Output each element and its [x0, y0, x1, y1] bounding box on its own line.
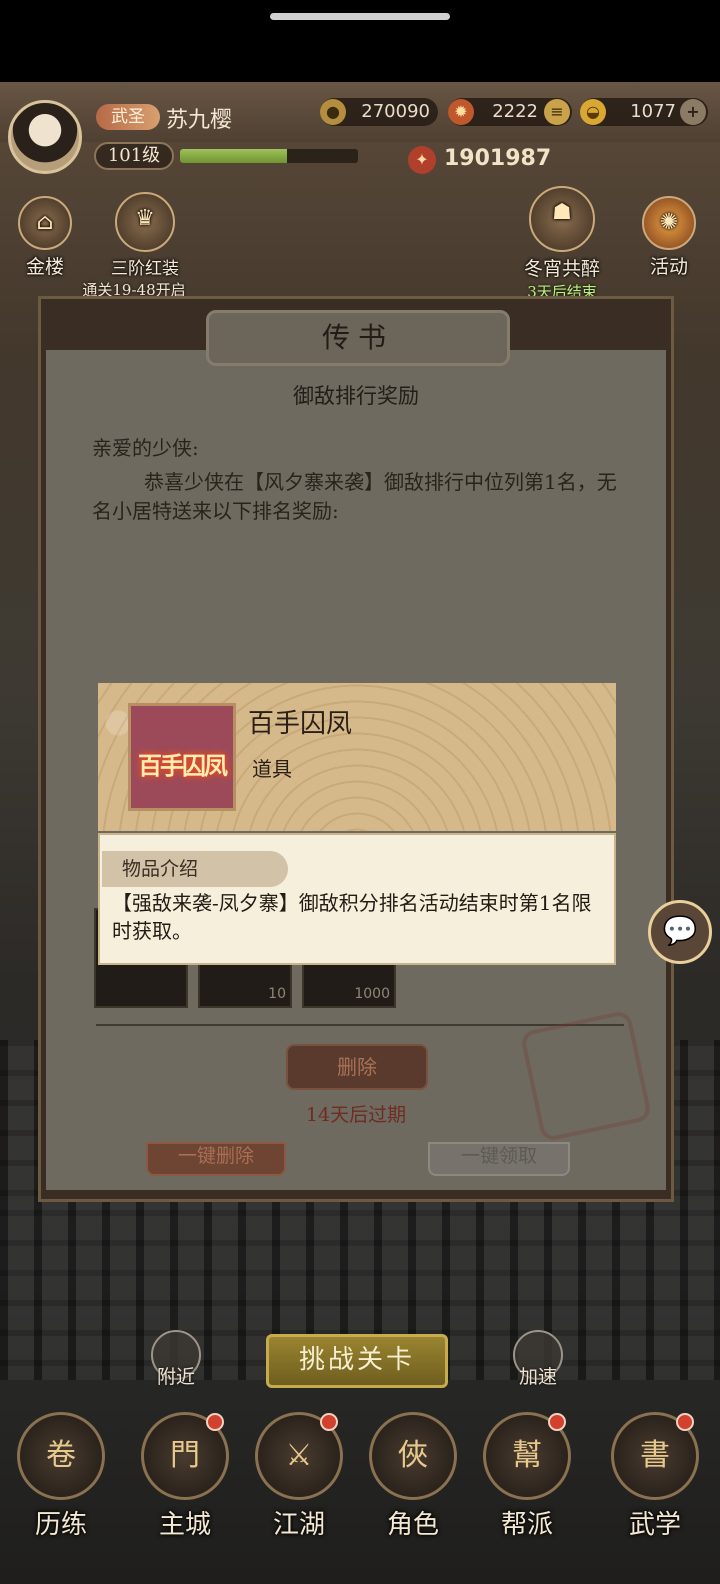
gold-counter: ◒ 1077 + — [580, 98, 708, 126]
item-icon: 百手囚凤 — [128, 703, 236, 811]
speed-label: 加速 — [518, 1366, 557, 1388]
item-detail-popup: 百手囚凤 百手囚凤 道具 物品介绍 【强敌来袭-凤夕寨】御敌积分排名活动结束时第… — [98, 683, 616, 965]
exp-bar — [180, 149, 358, 163]
divider — [96, 1024, 624, 1026]
challenge-stage-button[interactable]: 挑战关卡 — [266, 1334, 448, 1388]
reward-count: 1000 — [354, 986, 390, 1002]
badge-dot — [206, 1413, 224, 1431]
badge-dot — [320, 1413, 338, 1431]
badge-dot — [548, 1413, 566, 1431]
nav-jianghu[interactable]: ⚔ 江湖 — [244, 1412, 354, 1541]
letter-salutation: 亲爱的少侠: — [92, 436, 199, 460]
add-gold-icon[interactable]: + — [680, 99, 706, 125]
chat-bubble-icon: 💬 — [662, 914, 698, 947]
nav-guild[interactable]: 幫 帮派 — [472, 1412, 582, 1541]
avatar[interactable] — [8, 100, 82, 174]
nav-label: 江湖 — [272, 1510, 325, 1540]
item-description-box: 物品介绍 【强敌来袭-凤夕寨】御敌积分排名活动结束时第1名限时获取。 — [98, 833, 616, 965]
level-badge: 101级 — [94, 142, 174, 170]
event-button[interactable]: ☗ 冬宵共醉 3天后结束 — [510, 186, 614, 302]
coins-counter: ● 270090 — [320, 98, 438, 126]
delete-button[interactable]: 删除 — [286, 1044, 428, 1090]
home-indicator — [270, 13, 450, 20]
scroll-icon: 卷 — [17, 1412, 105, 1500]
coins-value: 270090 — [361, 101, 430, 122]
item-header: 百手囚凤 百手囚凤 道具 — [98, 683, 616, 831]
gold-tower-button[interactable]: ⌂ 金楼 — [12, 196, 78, 279]
coin-icon: ● — [320, 99, 346, 125]
exp-fill — [180, 149, 287, 163]
sword-icon: ⚔ — [255, 1412, 343, 1500]
expiry-text: 14天后过期 — [305, 1104, 407, 1126]
item-description: 【强敌来袭-凤夕寨】御敌积分排名活动结束时第1名限时获取。 — [112, 891, 592, 943]
second-resource-counter: ✹ 2222 ≡ — [448, 98, 572, 126]
combat-power: 1901987 — [444, 146, 552, 171]
nearby-button[interactable]: 附近 — [148, 1330, 204, 1389]
claim-all-button[interactable]: 一键领取 — [428, 1142, 570, 1176]
second-resource-value: 2222 — [492, 101, 538, 122]
outfit-button[interactable]: ♛ 三阶红装 通关19-48开启 — [82, 192, 190, 300]
flame-icon: ✹ — [448, 99, 474, 125]
item-icon-text: 百手囚凤 — [138, 751, 228, 780]
nav-label: 武学 — [628, 1510, 681, 1540]
nav-character[interactable]: 俠 角色 — [358, 1412, 468, 1541]
nav-label: 帮派 — [500, 1510, 553, 1540]
rank-title-badge: 武圣 — [96, 104, 160, 130]
item-name: 百手囚凤 — [248, 709, 353, 739]
nearby-label: 附近 — [156, 1366, 195, 1388]
power-icon: ✦ — [408, 146, 436, 174]
letter-title: 御敌排行奖励 — [293, 384, 419, 408]
nav-martial-arts[interactable]: 書 武学 — [600, 1412, 710, 1541]
nav-label: 主城 — [158, 1510, 211, 1540]
outfit-icon: ♛ — [115, 192, 175, 252]
letter-body: 恭喜少侠在【风夕寨来袭】御敌排行中位列第1名，无名小居特送来以下排名奖励: — [92, 470, 617, 523]
chat-button[interactable]: 💬 — [648, 900, 712, 964]
hero-icon: 俠 — [369, 1412, 457, 1500]
guild-icon: 幫 — [483, 1412, 571, 1500]
bottom-nav: 卷 历练 門 主城 ⚔ 江湖 俠 角色 幫 帮派 書 武学 — [0, 1402, 720, 1584]
gold-tower-label: 金楼 — [25, 256, 64, 278]
activity-label: 活动 — [649, 256, 688, 278]
gold-value: 1077 — [630, 101, 676, 122]
nav-label: 角色 — [386, 1510, 439, 1540]
gate-icon: 門 — [141, 1412, 229, 1500]
reward-count: 10 — [268, 986, 286, 1002]
nav-label: 历练 — [34, 1510, 87, 1540]
scrolls-icon: 書 — [611, 1412, 699, 1500]
activity-icon: ✺ — [642, 196, 696, 250]
nav-main-city[interactable]: 門 主城 — [130, 1412, 240, 1541]
coin-stack-icon: ≡ — [544, 99, 570, 125]
activity-button[interactable]: ✺ 活动 — [636, 196, 702, 279]
speed-button[interactable]: 加速 — [510, 1330, 566, 1389]
delete-all-button[interactable]: 一键删除 — [146, 1142, 286, 1176]
event-icon: ☗ — [529, 186, 595, 252]
tower-icon: ⌂ — [18, 196, 72, 250]
gold-ingot-icon: ◒ — [580, 99, 606, 125]
player-name: 苏九樱 — [166, 108, 233, 133]
badge-dot — [676, 1413, 694, 1431]
mail-window-title: 传书 — [206, 310, 510, 366]
item-description-tab: 物品介绍 — [102, 851, 288, 887]
outfit-label: 三阶红装 — [111, 259, 179, 279]
item-type: 道具 — [252, 757, 292, 781]
nav-training[interactable]: 卷 历练 — [6, 1412, 116, 1541]
event-label: 冬宵共醉 — [523, 258, 600, 280]
